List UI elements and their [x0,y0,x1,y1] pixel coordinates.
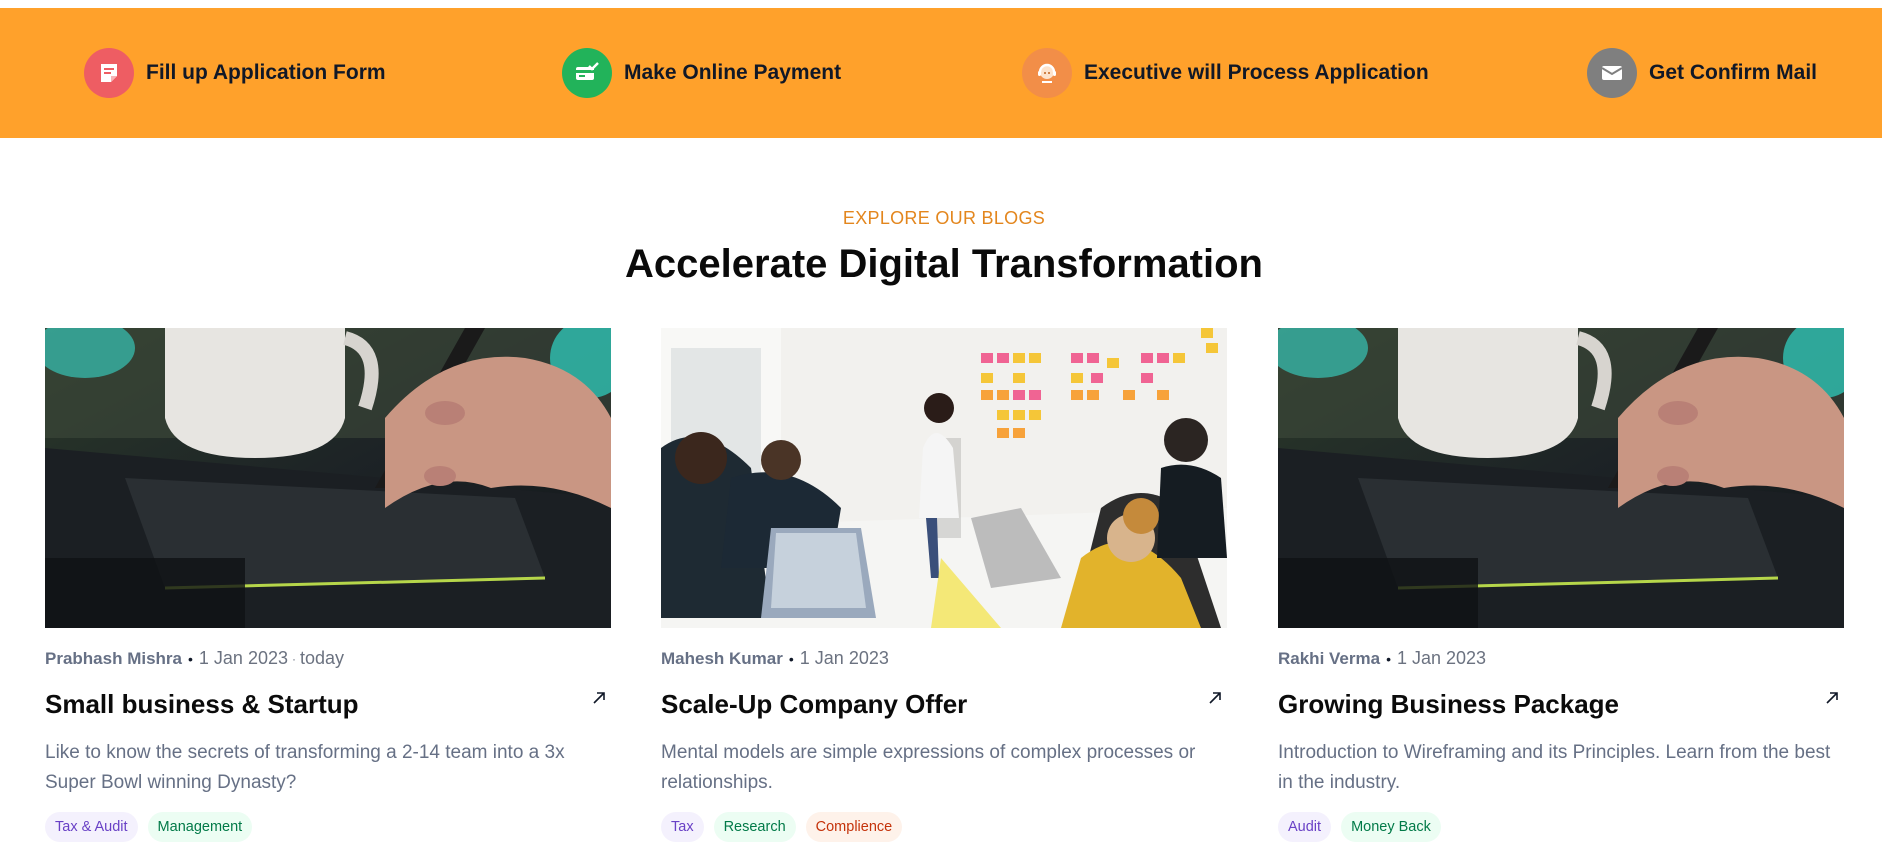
blog-meta: Rakhi Verma • 1 Jan 2023 [1278,648,1844,669]
arrow-up-right-icon[interactable] [591,690,607,706]
blog-card[interactable]: Mahesh Kumar • 1 Jan 2023 Scale-Up Compa… [661,328,1227,842]
tag[interactable]: Tax & Audit [45,812,138,842]
payment-icon [562,48,612,98]
post-date: 1 Jan 2023 [1396,648,1487,668]
blog-title[interactable]: Growing Business Package [1278,689,1619,720]
post-date: 1 Jan 2023 [799,648,889,668]
blog-image[interactable] [661,328,1227,628]
blog-image[interactable] [45,328,611,628]
blog-tags: Tax Research Complience [661,812,1227,842]
step-confirm-mail: Get Confirm Mail [1587,48,1817,98]
step-label: Fill up Application Form [146,61,386,84]
executive-icon [1022,48,1072,98]
blog-description: Mental models are simple expressions of … [661,742,1196,793]
blog-title[interactable]: Small business & Startup [45,689,359,720]
author-name: Rakhi Verma [1278,648,1381,668]
tag[interactable]: Complience [805,812,903,842]
post-extra: today [299,648,345,668]
blog-card[interactable]: Rakhi Verma • 1 Jan 2023 Growing Busines… [1278,328,1844,842]
meta-dot: • [788,650,794,667]
form-icon [84,48,134,98]
step-online-payment: Make Online Payment [562,48,841,98]
tag[interactable]: Tax [661,812,704,842]
mail-icon [1587,48,1637,98]
meta-dot: · [291,651,296,666]
tag[interactable]: Management [147,812,253,842]
meta-dot: • [1386,650,1391,667]
tag[interactable]: Money Back [1341,812,1441,842]
step-label: Get Confirm Mail [1649,61,1818,84]
author-name: Prabhash Mishra [45,648,182,668]
section-title: Accelerate Digital Transformation [625,242,1263,286]
step-executive-process: Executive will Process Application [1022,48,1429,98]
tag[interactable]: Audit [1278,812,1332,842]
blog-title-row: Growing Business Package [1278,689,1844,720]
tag[interactable]: Research [713,812,796,842]
step-label: Make Online Payment [624,61,842,84]
blog-tags: Audit Money Back [1278,812,1844,842]
blog-meta: Prabhash Mishra • 1 Jan 2023 · today [45,648,611,669]
arrow-up-right-icon[interactable] [1824,690,1840,706]
blog-title-row: Scale-Up Company Offer [661,689,1227,720]
process-steps-bar: Fill up Application Form Make Online Pay… [0,8,1882,138]
blog-description: Like to know the secrets of transforming… [45,742,565,793]
blog-card[interactable]: Prabhash Mishra • 1 Jan 2023 · today Sma… [45,328,611,842]
author-name: Mahesh Kumar [661,648,783,668]
blog-image[interactable] [1278,328,1844,628]
blog-meta: Mahesh Kumar • 1 Jan 2023 [661,648,1227,669]
blog-title[interactable]: Scale-Up Company Offer [661,689,967,720]
blog-tags: Tax & Audit Management [45,812,611,842]
section-eyebrow: EXPLORE OUR BLOGS [842,208,1046,228]
blog-description: Introduction to Wireframing and its Prin… [1278,742,1831,793]
arrow-up-right-icon[interactable] [1207,690,1223,706]
step-label: Executive will Process Application [1084,61,1429,84]
blog-title-row: Small business & Startup [45,689,611,720]
meta-dot: • [188,650,193,667]
step-fill-application: Fill up Application Form [84,48,386,98]
post-date: 1 Jan 2023 [198,648,288,668]
